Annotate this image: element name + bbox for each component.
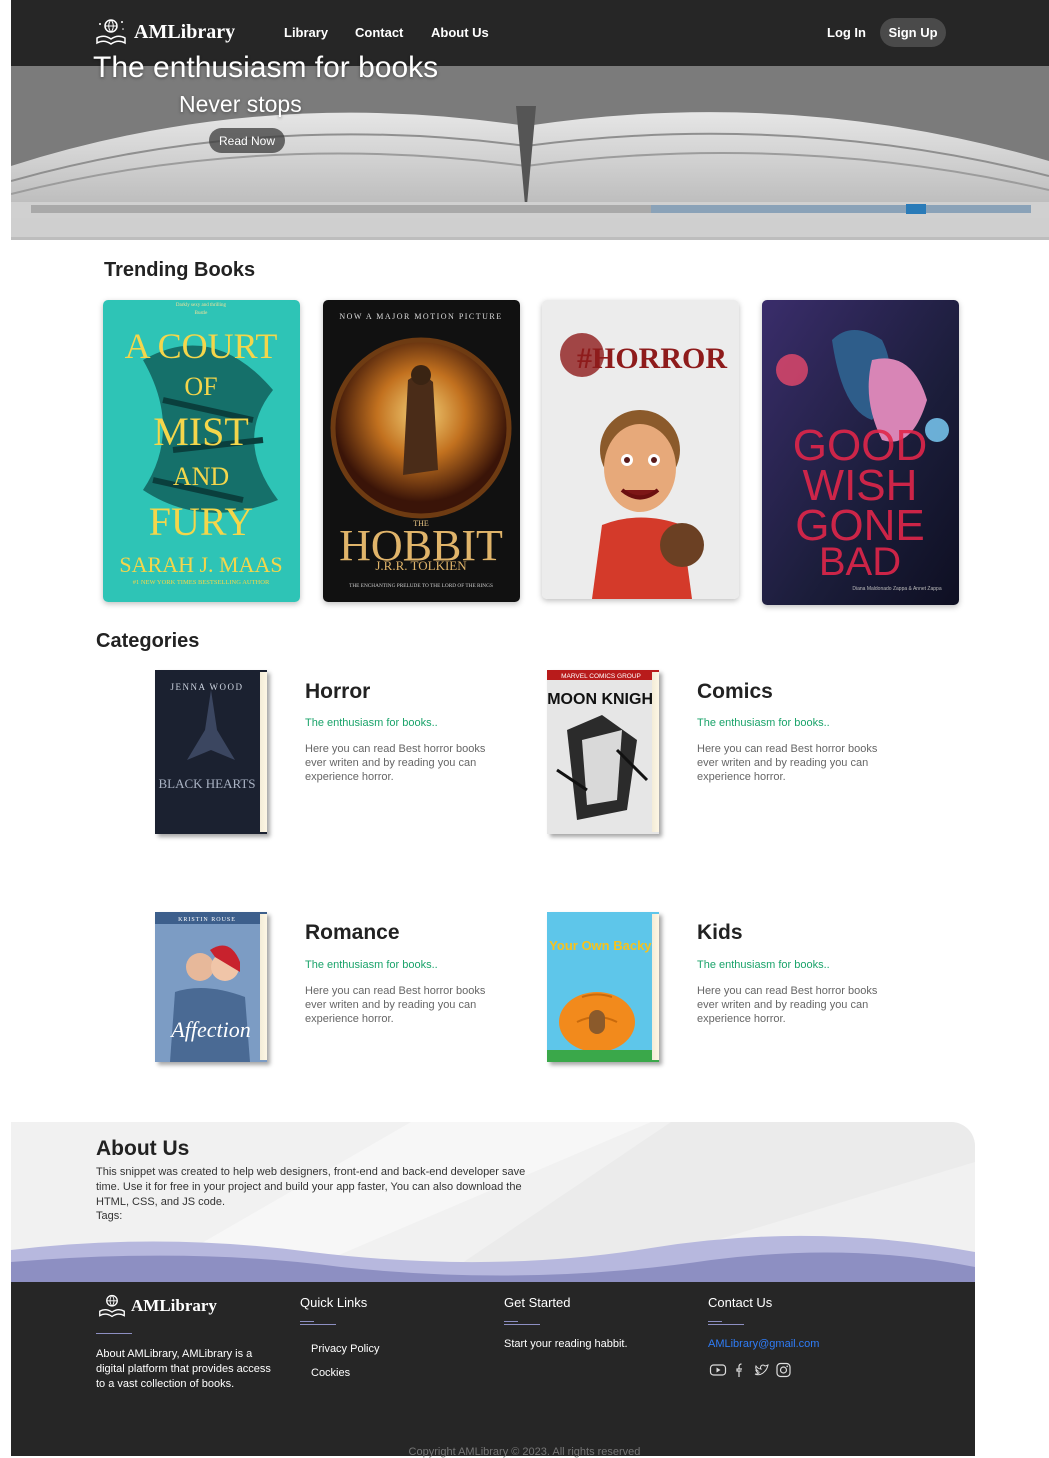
footer-brand[interactable]: AMLibrary — [97, 1292, 217, 1320]
svg-text:MOON KNIGHT: MOON KNIGHT — [547, 691, 659, 708]
svg-text:AND: AND — [173, 462, 229, 491]
book-cover-court-of-mist-and-fury: Darkly sexy and thrilling Bustle A COURT… — [103, 300, 300, 602]
footer-divider — [504, 1324, 540, 1325]
quick-links-title: Quick Links — [300, 1295, 368, 1310]
privacy-policy-link[interactable]: Privacy Policy — [311, 1343, 379, 1355]
book-globe-logo-icon — [99, 1294, 125, 1318]
svg-text:OF: OF — [184, 372, 217, 401]
trending-book-card[interactable]: #HORROR — [542, 300, 739, 599]
book-cover-black-hearts: JENNA WOOD BLACK HEARTS — [155, 670, 267, 834]
category-name-kids[interactable]: Kids — [697, 921, 743, 945]
brand-name: AMLibrary — [134, 20, 236, 43]
svg-text:MIST: MIST — [153, 409, 249, 454]
footer-brand-name: AMLibrary — [131, 1296, 217, 1315]
category-tagline: The enthusiasm for books.. — [697, 717, 830, 729]
svg-text:FURY: FURY — [149, 499, 254, 544]
svg-text:Diana Maldonado Zappa & Annet: Diana Maldonado Zappa & Annet Zappa — [852, 586, 941, 592]
about-title: About Us — [96, 1137, 190, 1160]
category-cover-comics[interactable]: MARVEL COMICS GROUP MOON KNIGHT — [547, 670, 659, 834]
hero-title: The enthusiasm for books — [93, 51, 439, 84]
contact-email-link[interactable]: AMLibrary@gmail.com — [708, 1338, 819, 1350]
svg-text:#HORROR: #HORROR — [577, 342, 727, 375]
categories-title: Categories — [96, 630, 200, 652]
book-cover-affection: KRISTIN ROUSE Affection — [155, 912, 267, 1062]
get-started-title: Get Started — [504, 1295, 571, 1310]
hero-divider — [11, 237, 1049, 240]
facebook-icon[interactable] — [731, 1362, 749, 1378]
book-cover-horror: #HORROR — [542, 300, 739, 599]
twitter-icon[interactable] — [753, 1362, 771, 1378]
svg-text:Darkly sexy and thrilling: Darkly sexy and thrilling — [176, 303, 227, 308]
hero-banner — [11, 66, 1049, 240]
trending-book-card[interactable]: NOW A MAJOR MOTION PICTURE THE HOBBIT J.… — [323, 300, 520, 602]
read-now-button[interactable]: Read Now — [209, 128, 285, 153]
footer-divider — [708, 1321, 722, 1322]
get-started-text: Start your reading habbit. — [504, 1338, 628, 1350]
book-globe-logo-icon — [96, 19, 126, 45]
trending-book-card[interactable]: Darkly sexy and thrilling Bustle A COURT… — [103, 300, 300, 602]
book-cover-hobbit: NOW A MAJOR MOTION PICTURE THE HOBBIT J.… — [323, 300, 520, 602]
nav-link-library[interactable]: Library — [284, 25, 328, 40]
contact-us-title: Contact Us — [708, 1295, 773, 1310]
svg-text:SARAH J. MAAS: SARAH J. MAAS — [119, 552, 282, 577]
svg-text:JENNA WOOD: JENNA WOOD — [170, 682, 243, 692]
category-name-horror[interactable]: Horror — [305, 680, 370, 704]
cookies-link[interactable]: Cockies — [311, 1367, 350, 1379]
svg-text:Bustle: Bustle — [195, 311, 209, 316]
youtube-icon[interactable] — [709, 1362, 727, 1378]
svg-text:NOW A MAJOR MOTION PICTURE: NOW A MAJOR MOTION PICTURE — [339, 312, 502, 321]
category-description: Here you can read Best horror books ever… — [305, 743, 486, 783]
category-tagline: The enthusiasm for books.. — [305, 959, 438, 971]
category-cover-kids[interactable]: In Your Own Backyard — [547, 912, 659, 1062]
hero-subtitle: Never stops — [179, 91, 302, 117]
footer-about-text: About AMLibrary, AMLibrary is a digital … — [96, 1348, 271, 1390]
book-cover-good-wish-gone-bad: GOOD WISH GONE BAD Diana Maldonado Zappa… — [762, 300, 959, 605]
svg-text:KRISTIN ROUSE: KRISTIN ROUSE — [178, 917, 236, 923]
category-tagline: The enthusiasm for books.. — [697, 959, 830, 971]
open-book-background-image — [11, 66, 1049, 240]
svg-text:THE ENCHANTING PRELUDE TO THE: THE ENCHANTING PRELUDE TO THE LORD OF TH… — [349, 583, 493, 589]
category-description: Here you can read Best horror books ever… — [697, 985, 878, 1025]
svg-text:MARVEL COMICS GROUP: MARVEL COMICS GROUP — [561, 673, 641, 680]
category-description: Here you can read Best horror books ever… — [697, 743, 878, 783]
book-cover-in-your-own-backyard: In Your Own Backyard — [547, 912, 659, 1062]
footer-divider — [504, 1321, 518, 1322]
svg-text:BLACK HEARTS: BLACK HEARTS — [158, 776, 255, 791]
category-tagline: The enthusiasm for books.. — [305, 717, 438, 729]
svg-text:BAD: BAD — [819, 540, 901, 584]
instagram-icon[interactable] — [775, 1362, 793, 1378]
footer-divider — [300, 1324, 336, 1325]
category-name-romance[interactable]: Romance — [305, 921, 400, 945]
svg-text:In Your Own Backyard: In Your Own Backyard — [547, 938, 659, 953]
category-cover-horror[interactable]: JENNA WOOD BLACK HEARTS — [155, 670, 267, 834]
svg-text:Affection: Affection — [169, 1017, 250, 1042]
category-name-comics[interactable]: Comics — [697, 680, 773, 704]
footer-divider — [96, 1333, 132, 1334]
category-cover-romance[interactable]: KRISTIN ROUSE Affection — [155, 912, 267, 1062]
book-cover-moon-knight: MARVEL COMICS GROUP MOON KNIGHT — [547, 670, 659, 834]
nav-link-about-us[interactable]: About Us — [431, 25, 489, 40]
svg-text:J.R.R. TOLKIEN: J.R.R. TOLKIEN — [375, 558, 467, 573]
about-text: This snippet was created to help web des… — [96, 1166, 526, 1208]
nav-link-contact[interactable]: Contact — [355, 25, 403, 40]
about-tags: Tags: — [96, 1210, 123, 1222]
trending-title: Trending Books — [104, 259, 256, 281]
copyright-text: Copyright AMLibrary © 2023. All rights r… — [408, 1446, 641, 1458]
signup-button[interactable]: Sign Up — [880, 18, 946, 47]
footer-divider — [708, 1324, 744, 1325]
category-description: Here you can read Best horror books ever… — [305, 985, 486, 1025]
svg-text:#1 NEW YORK TIMES BESTSELLING: #1 NEW YORK TIMES BESTSELLING AUTHOR — [133, 579, 270, 586]
brand[interactable]: AMLibrary — [94, 16, 235, 48]
trending-book-card[interactable]: GOOD WISH GONE BAD Diana Maldonado Zappa… — [762, 300, 959, 605]
footer-divider — [300, 1321, 314, 1322]
login-link[interactable]: Log In — [827, 25, 866, 40]
svg-text:A COURT: A COURT — [125, 326, 278, 366]
